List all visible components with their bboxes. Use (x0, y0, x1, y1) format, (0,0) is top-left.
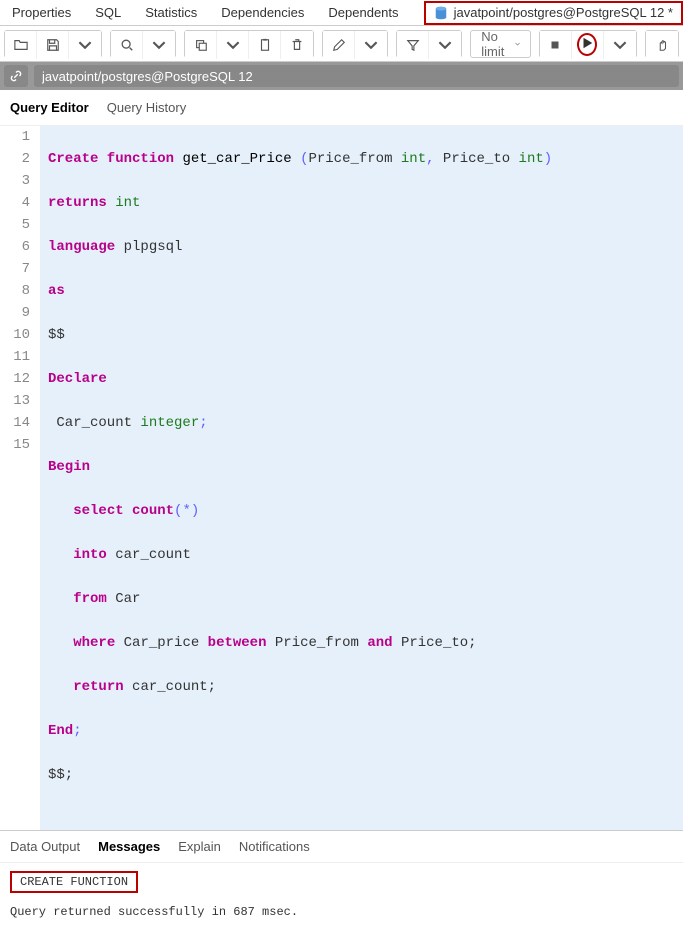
edit-button[interactable] (323, 31, 355, 59)
execute-dropdown[interactable] (604, 31, 636, 59)
tab-dependencies[interactable]: Dependencies (209, 1, 316, 24)
chevron-down-icon (152, 38, 166, 52)
save-dropdown[interactable] (69, 31, 101, 59)
filter-button[interactable] (397, 31, 429, 59)
stop-button[interactable] (540, 31, 572, 59)
connection-icon-box[interactable] (4, 65, 28, 87)
filter-dropdown[interactable] (429, 31, 461, 59)
edit-dropdown[interactable] (355, 31, 387, 59)
chevron-down-icon (78, 38, 92, 52)
pencil-icon (332, 38, 346, 52)
execute-button[interactable] (572, 31, 604, 59)
output-tabs: Data Output Messages Explain Notificatio… (0, 830, 683, 863)
line-gutter: 123456789101112131415 (0, 126, 40, 830)
tab-messages[interactable]: Messages (98, 837, 160, 856)
tab-sql[interactable]: SQL (83, 1, 133, 24)
toolbar: No limit (0, 26, 683, 62)
tab-query-editor[interactable]: Query Editor (10, 96, 89, 119)
play-icon (580, 36, 594, 50)
result-message: CREATE FUNCTION (10, 871, 138, 893)
editor-tabs: Query Editor Query History (0, 90, 683, 126)
paste-button[interactable] (249, 31, 281, 59)
search-dropdown[interactable] (143, 31, 175, 59)
limit-select[interactable]: No limit (470, 30, 531, 58)
open-file-button[interactable] (5, 31, 37, 59)
chevron-down-icon (438, 38, 452, 52)
copy-icon (194, 38, 208, 52)
connection-tab[interactable]: javatpoint/postgres@PostgreSQL 12 * (424, 1, 683, 25)
stop-icon (548, 38, 562, 52)
code-content[interactable]: Create function get_car_Price (Price_fro… (40, 126, 683, 830)
trash-icon (290, 38, 304, 52)
delete-button[interactable] (281, 31, 313, 59)
tab-data-output[interactable]: Data Output (10, 837, 80, 856)
save-icon (46, 38, 60, 52)
database-icon (434, 6, 448, 20)
search-icon (120, 38, 134, 52)
hand-icon (655, 38, 669, 52)
tab-notifications[interactable]: Notifications (239, 837, 310, 856)
link-icon (9, 69, 23, 83)
chevron-down-icon (515, 40, 520, 48)
tab-explain[interactable]: Explain (178, 837, 221, 856)
panel-tabs: Properties SQL Statistics Dependencies D… (0, 0, 683, 26)
connection-bar (0, 62, 683, 90)
status-message: Query returned successfully in 687 msec. (10, 905, 673, 919)
filter-icon (406, 38, 420, 52)
chevron-down-icon (226, 38, 240, 52)
tab-query-history[interactable]: Query History (107, 96, 186, 119)
chevron-down-icon (364, 38, 378, 52)
search-button[interactable] (111, 31, 143, 59)
explain-button[interactable] (646, 31, 678, 59)
save-button[interactable] (37, 31, 69, 59)
tab-properties[interactable]: Properties (0, 1, 83, 24)
copy-button[interactable] (185, 31, 217, 59)
folder-open-icon (14, 38, 28, 52)
paste-icon (258, 38, 272, 52)
connection-input[interactable] (34, 65, 679, 87)
copy-dropdown[interactable] (217, 31, 249, 59)
tab-statistics[interactable]: Statistics (133, 1, 209, 24)
connection-tab-label: javatpoint/postgres@PostgreSQL 12 * (454, 5, 673, 20)
messages-panel: CREATE FUNCTION Query returned successfu… (0, 863, 683, 927)
tab-dependents[interactable]: Dependents (316, 1, 410, 24)
code-editor[interactable]: 123456789101112131415 Create function ge… (0, 126, 683, 830)
limit-label: No limit (481, 29, 509, 59)
chevron-down-icon (613, 38, 627, 52)
